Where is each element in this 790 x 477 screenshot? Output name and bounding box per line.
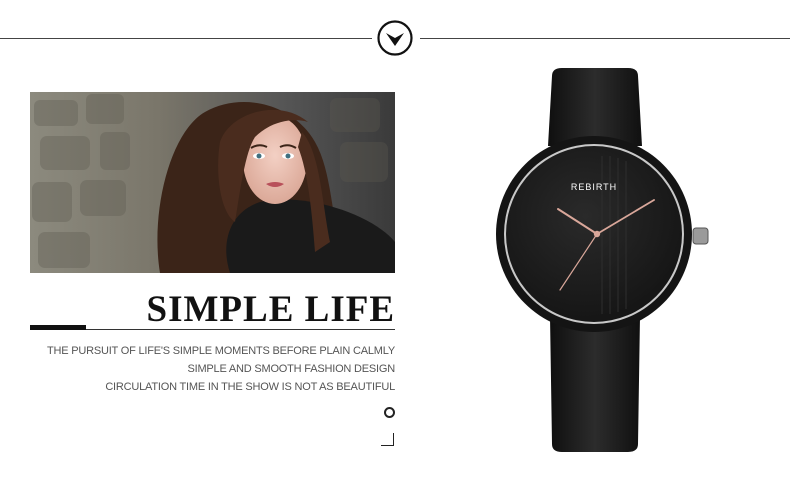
chevron-down-circle-icon [377,20,413,56]
tagline-line-1: THE PURSUIT OF LIFE'S SIMPLE MOMENTS BEF… [46,345,395,357]
header-divider-left [0,38,372,39]
watch-product-image: REBIRTH [496,68,709,452]
corner-bracket-icon [381,433,394,446]
watch-brand-label: REBIRTH [571,182,617,192]
headline: SIMPLE LIFE [146,289,395,330]
header-divider-right [420,38,790,39]
tagline-line-3: CIRCULATION TIME IN THE SHOW IS NOT AS B… [105,381,395,393]
lifestyle-photo [30,92,395,273]
tagline-line-2: SIMPLE AND SMOOTH FASHION DESIGN [187,363,395,375]
headline-accent-bar [30,325,86,330]
circle-icon [384,407,395,418]
